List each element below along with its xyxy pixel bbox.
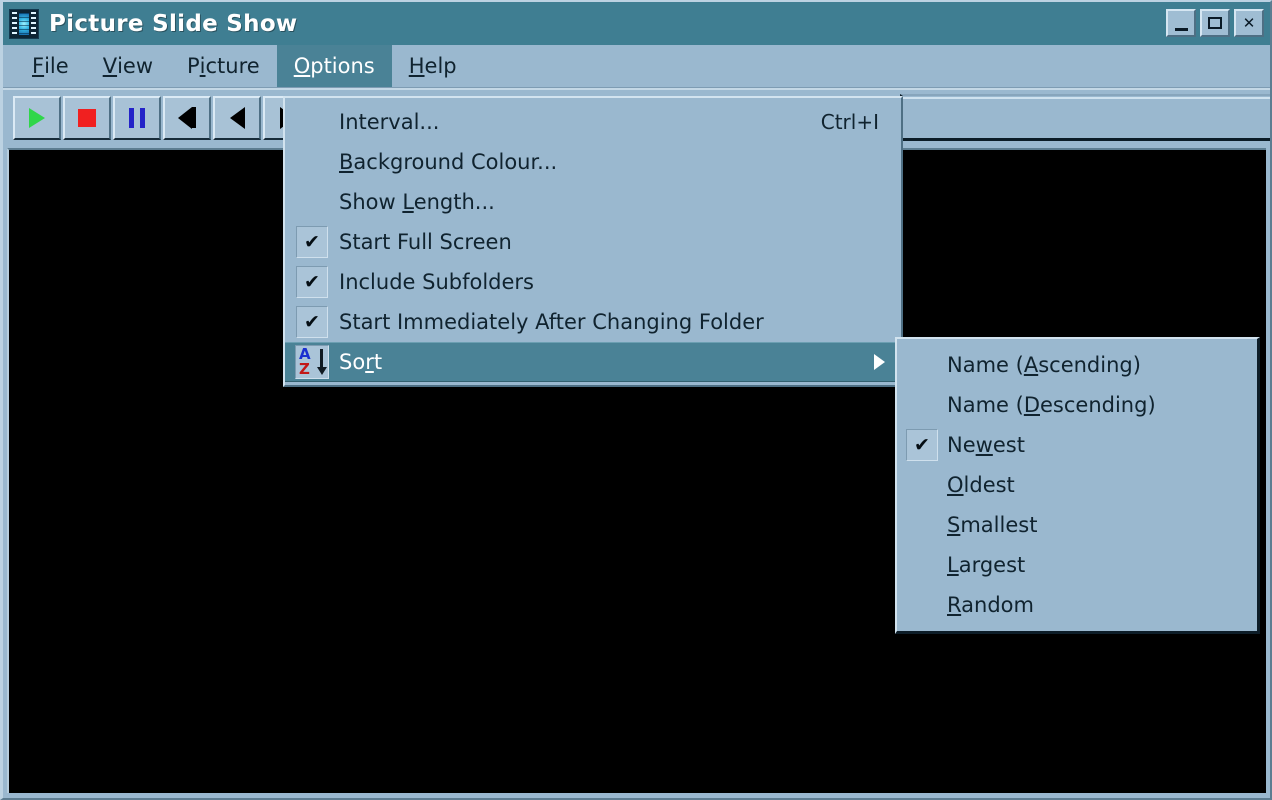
maximize-button[interactable] bbox=[1200, 9, 1230, 37]
submenu-item-smallest[interactable]: Smallest bbox=[897, 505, 1257, 545]
pause-button[interactable] bbox=[113, 95, 161, 140]
window-controls: ✕ bbox=[1166, 9, 1264, 37]
menu-item-label: Newest bbox=[947, 433, 1025, 457]
menu-item-label: Largest bbox=[947, 553, 1026, 577]
stop-button[interactable] bbox=[63, 95, 111, 140]
previous-icon bbox=[229, 106, 245, 129]
menu-item-label: Interval... bbox=[339, 110, 440, 134]
menu-item-label: Include Subfolders bbox=[339, 270, 534, 294]
menu-item-label: Start Full Screen bbox=[339, 230, 512, 254]
checkbox-checked-icon: ✔ bbox=[906, 429, 938, 461]
menu-help[interactable]: Help bbox=[392, 45, 474, 87]
menu-bar: File View Pi cture Options Help bbox=[3, 45, 1270, 88]
options-dropdown-menu: Interval... Ctrl+I Background Colour... … bbox=[283, 96, 903, 387]
submenu-item-random[interactable]: Random bbox=[897, 585, 1257, 625]
submenu-item-oldest[interactable]: Oldest bbox=[897, 465, 1257, 505]
stop-icon bbox=[78, 108, 96, 127]
chevron-right-icon bbox=[874, 354, 885, 370]
menu-view[interactable]: View bbox=[86, 45, 170, 87]
menu-item-interval[interactable]: Interval... Ctrl+I bbox=[285, 102, 901, 142]
menu-item-label: Name (Descending) bbox=[947, 393, 1156, 417]
menu-item-start-immediately-after-changing-folder[interactable]: ✔ Start Immediately After Changing Folde… bbox=[285, 302, 901, 342]
checkbox-checked-icon: ✔ bbox=[296, 266, 328, 298]
window-title: Picture Slide Show bbox=[49, 10, 298, 37]
menu-item-label: Background Colour... bbox=[339, 150, 558, 174]
play-button[interactable] bbox=[13, 95, 61, 140]
minimize-button[interactable] bbox=[1166, 9, 1196, 37]
close-button[interactable]: ✕ bbox=[1234, 9, 1264, 37]
application-window: Picture Slide Show ✕ File View Pi cture O… bbox=[0, 0, 1272, 800]
menu-item-label: Start Immediately After Changing Folder bbox=[339, 310, 764, 334]
maximize-icon bbox=[1208, 17, 1222, 29]
menu-picture[interactable]: Pi cture bbox=[170, 45, 277, 87]
submenu-item-name-descending[interactable]: Name (Descending) bbox=[897, 385, 1257, 425]
menu-file[interactable]: File bbox=[15, 45, 86, 87]
submenu-item-largest[interactable]: Largest bbox=[897, 545, 1257, 585]
close-icon: ✕ bbox=[1242, 14, 1256, 32]
menu-item-label: Show Length... bbox=[339, 190, 495, 214]
previous-button[interactable] bbox=[213, 95, 261, 140]
menu-item-start-full-screen[interactable]: ✔ Start Full Screen bbox=[285, 222, 901, 262]
menu-item-label: Sort bbox=[339, 350, 383, 374]
submenu-item-newest[interactable]: ✔ Newest bbox=[897, 425, 1257, 465]
menu-item-background-colour[interactable]: Background Colour... bbox=[285, 142, 901, 182]
menu-item-include-subfolders[interactable]: ✔ Include Subfolders bbox=[285, 262, 901, 302]
menu-item-label: Random bbox=[947, 593, 1034, 617]
play-icon bbox=[29, 107, 45, 128]
menu-item-label: Oldest bbox=[947, 473, 1015, 497]
submenu-item-name-ascending[interactable]: Name (Ascending) bbox=[897, 345, 1257, 385]
film-strip-icon bbox=[9, 8, 39, 39]
menu-item-accelerator: Ctrl+I bbox=[820, 110, 879, 134]
checkbox-checked-icon: ✔ bbox=[296, 226, 328, 258]
skip-start-icon bbox=[178, 106, 196, 129]
first-button[interactable] bbox=[163, 95, 211, 140]
pause-icon bbox=[129, 107, 145, 128]
toolbar-status-field[interactable] bbox=[900, 94, 1270, 141]
sort-az-icon: AZ bbox=[295, 345, 329, 379]
minimize-icon bbox=[1174, 28, 1188, 31]
sort-submenu: Name (Ascending) Name (Descending) ✔ New… bbox=[895, 337, 1260, 634]
menu-item-label: Smallest bbox=[947, 513, 1038, 537]
title-bar: Picture Slide Show ✕ bbox=[3, 2, 1270, 45]
menu-item-sort[interactable]: AZ Sort bbox=[285, 342, 901, 382]
menu-item-label: Name (Ascending) bbox=[947, 353, 1141, 377]
menu-item-show-length[interactable]: Show Length... bbox=[285, 182, 901, 222]
menu-options[interactable]: Options bbox=[276, 45, 392, 87]
checkbox-checked-icon: ✔ bbox=[296, 306, 328, 338]
